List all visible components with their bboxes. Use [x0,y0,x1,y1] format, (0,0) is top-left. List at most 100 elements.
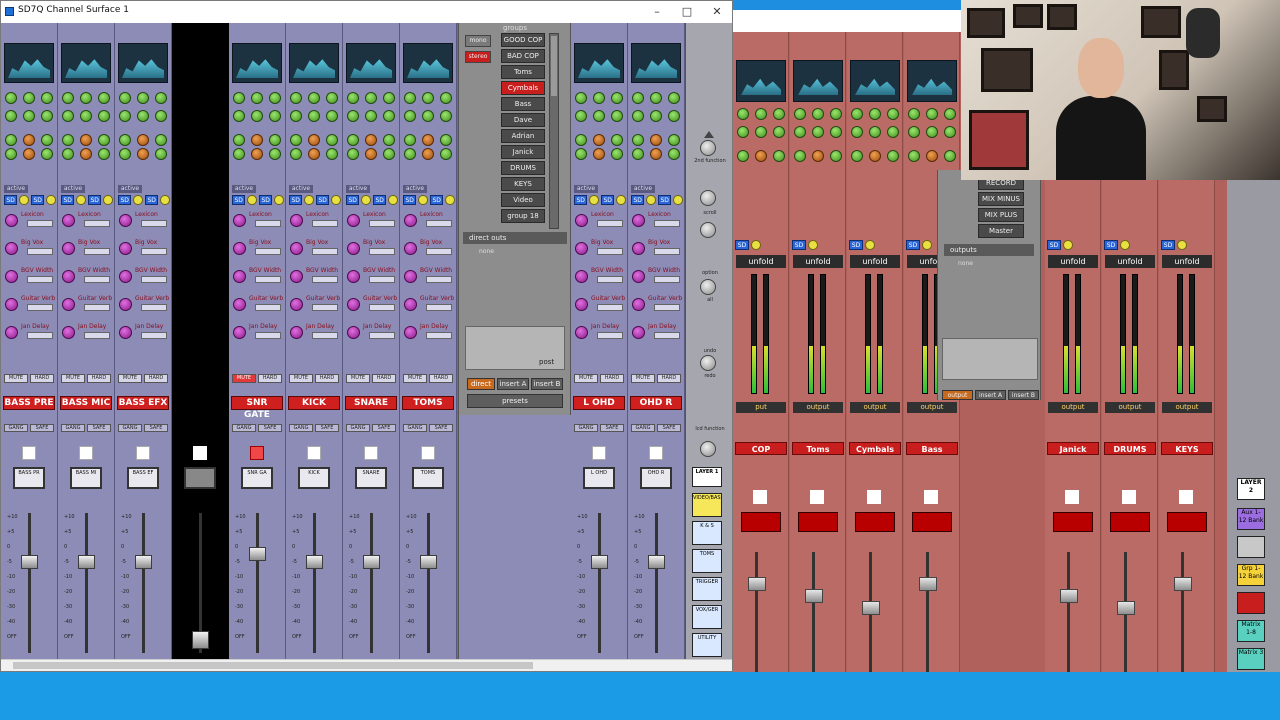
eq-display[interactable] [850,60,900,102]
eq-display[interactable] [61,43,111,83]
dynamics-knob[interactable] [383,92,395,104]
bank-button[interactable]: K & S [692,521,722,545]
safe-button[interactable]: SAFE [600,424,624,432]
dynamics-knob[interactable] [326,134,338,146]
dynamics-knob[interactable] [155,134,167,146]
channel-name[interactable]: KICK [288,396,340,410]
dynamics-knob[interactable] [119,92,131,104]
eq-display[interactable] [118,43,168,83]
safe-button[interactable]: SAFE [258,424,282,432]
bank-button[interactable]: Matrix 3 [1237,648,1265,670]
link-button[interactable] [922,240,932,250]
strip-select-square[interactable] [1179,490,1193,504]
dynamics-knob[interactable] [830,150,842,162]
mute-button[interactable]: MUTE [4,374,28,383]
dynamics-knob[interactable] [119,134,131,146]
dynamics-knob[interactable] [41,134,53,146]
dynamics-knob[interactable] [347,134,359,146]
fader-cap[interactable] [135,555,152,569]
eq-display[interactable] [289,43,339,83]
channel-name[interactable]: Janick [1047,442,1099,455]
mute-button[interactable]: MUTE [61,374,85,383]
group-button[interactable]: KEYS [501,177,545,191]
mode-button[interactable]: MIX MINUS [978,192,1024,206]
safe-button[interactable]: SAFE [429,424,453,432]
sd-button[interactable]: SD [316,195,330,205]
strip-select-square[interactable] [364,446,378,460]
strip-select-square[interactable] [753,490,767,504]
dynamics-knob[interactable] [869,126,881,138]
pre-post-button[interactable] [84,276,110,283]
send-knob[interactable] [233,242,246,255]
dynamics-knob[interactable] [404,148,416,160]
sd-button[interactable]: SD [232,195,246,205]
strip-select-square[interactable] [136,446,150,460]
pre-post-button[interactable] [312,304,338,311]
link-button[interactable] [646,195,656,205]
sd-button[interactable]: SD [346,195,360,205]
gang-button[interactable]: GANG [631,424,655,432]
dynamics-knob[interactable] [347,110,359,122]
window-titlebar[interactable]: SD7Q Channel Surface 1 – □ ✕ [1,1,732,23]
link-button[interactable] [133,195,143,205]
fader-cap[interactable] [78,555,95,569]
bank-button[interactable] [1237,592,1265,614]
link-button[interactable] [331,195,341,205]
dynamics-knob[interactable] [632,92,644,104]
link-button[interactable] [76,195,86,205]
dynamics-knob[interactable] [137,92,149,104]
output-button[interactable]: output [1105,402,1155,413]
dynamics-knob[interactable] [575,110,587,122]
send-knob[interactable] [233,270,246,283]
dynamics-knob[interactable] [269,134,281,146]
send-knob[interactable] [62,326,75,339]
fader-cap[interactable] [363,555,380,569]
sd-button[interactable]: SD [601,195,615,205]
send-knob[interactable] [404,326,417,339]
link-button[interactable] [865,240,875,250]
dynamics-knob[interactable] [575,148,587,160]
safe-button[interactable]: SAFE [372,424,396,432]
send-knob[interactable] [290,326,303,339]
send-knob[interactable] [347,298,360,311]
send-knob[interactable] [575,326,588,339]
sd-button[interactable]: SD [4,195,18,205]
group-button[interactable]: Adrian [501,129,545,143]
dynamics-knob[interactable] [794,108,806,120]
dynamics-knob[interactable] [383,148,395,160]
dynamics-knob[interactable] [650,148,662,160]
group-button[interactable]: Cymbals [501,81,545,95]
output-button[interactable]: put [736,402,786,413]
hard-button[interactable]: HARD [600,374,624,383]
sd-button[interactable]: SD [658,195,672,205]
dynamics-knob[interactable] [41,92,53,104]
undo-knob[interactable] [700,355,716,371]
fader-cap[interactable] [1174,577,1192,591]
eq-display[interactable] [4,43,54,83]
dynamics-knob[interactable] [794,150,806,162]
groups-scrollbar[interactable] [549,33,559,229]
dynamics-knob[interactable] [119,148,131,160]
dynamics-knob[interactable] [365,148,377,160]
pre-post-button[interactable] [141,248,167,255]
fader-cap[interactable] [1117,601,1135,615]
send-knob[interactable] [632,270,645,283]
dynamics-knob[interactable] [926,150,938,162]
mute-button[interactable]: MUTE [289,374,313,383]
mute-button[interactable]: MUTE [118,374,142,383]
hard-button[interactable]: HARD [372,374,396,383]
dynamics-knob[interactable] [593,148,605,160]
send-knob[interactable] [233,298,246,311]
dynamics-knob[interactable] [269,92,281,104]
unfold-button[interactable]: unfold [1048,255,1098,268]
mute-button[interactable]: MUTE [232,374,256,383]
eq-display[interactable] [232,43,282,83]
dynamics-knob[interactable] [869,108,881,120]
output-button[interactable]: output [1162,402,1212,413]
sd-button[interactable]: SD [61,195,75,205]
send-knob[interactable] [575,270,588,283]
dynamics-knob[interactable] [308,148,320,160]
dynamics-knob[interactable] [23,110,35,122]
send-knob[interactable] [347,242,360,255]
dynamics-knob[interactable] [926,126,938,138]
